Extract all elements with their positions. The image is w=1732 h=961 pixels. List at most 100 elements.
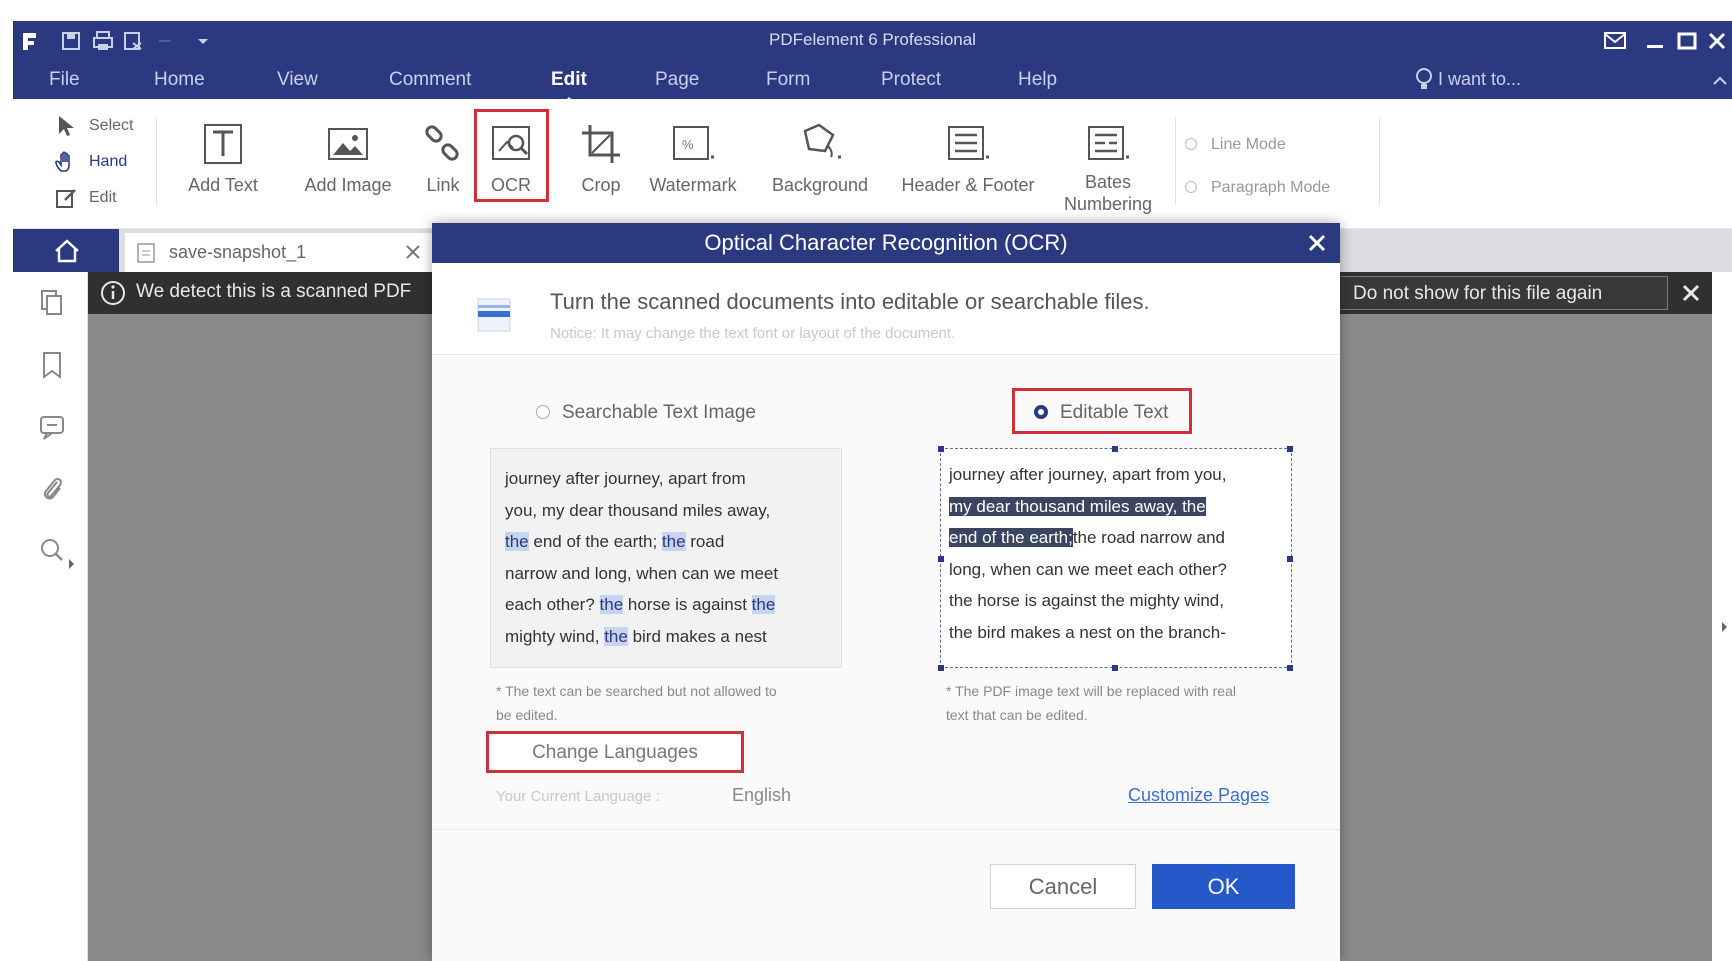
expand-right-panel-icon[interactable] (1722, 622, 1727, 632)
selection-handle[interactable] (938, 665, 944, 671)
add-image-label: Add Image (304, 175, 392, 195)
document-icon (137, 243, 155, 263)
line-mode-option[interactable]: Line Mode (1185, 136, 1286, 154)
menu-comment[interactable]: Comment (389, 69, 471, 91)
add-text-icon (204, 124, 242, 164)
editable-preview-text: long, when can we meet each other? (949, 559, 1227, 579)
maximize-icon[interactable] (1673, 27, 1701, 55)
searchable-preview: journey after journey, apart from you, my… (490, 448, 842, 668)
collapse-ribbon-icon[interactable] (1710, 71, 1730, 91)
minimize-icon[interactable] (1641, 27, 1669, 55)
selection-handle[interactable] (1287, 665, 1293, 671)
selection-handle[interactable] (938, 556, 944, 562)
search-icon[interactable] (39, 536, 65, 566)
select-mode-label: Select (89, 117, 134, 134)
header-footer-button[interactable]: Header & Footer (893, 121, 1043, 196)
selection-handle[interactable] (938, 446, 944, 452)
do-not-show-again-button[interactable]: Do not show for this file again (1338, 276, 1668, 310)
searchable-option-label: Searchable Text Image (562, 402, 756, 423)
watermark-button[interactable]: % Watermark (643, 121, 743, 196)
current-language-value: English (732, 785, 792, 805)
searchable-text-image-option[interactable]: Searchable Text Image (536, 402, 756, 424)
link-button[interactable]: Link (418, 121, 468, 196)
editable-preview-line: journey after journey, apart from you, (949, 459, 1283, 491)
attachment-icon[interactable] (39, 474, 65, 504)
bates-numbering-label: Bates Numbering (1063, 172, 1153, 214)
document-tab[interactable]: save-snapshot_1 (125, 233, 435, 272)
searchable-preview-text: road (685, 532, 725, 551)
editable-preview-text: the bird makes a nest on the branch- (949, 622, 1226, 642)
add-text-button[interactable]: Add Text (173, 121, 273, 196)
menu-page[interactable]: Page (655, 69, 699, 91)
paragraph-mode-label: Paragraph Mode (1211, 179, 1331, 196)
searchable-preview-line: the end of the earth; the road (505, 526, 827, 558)
background-button[interactable]: Background (765, 121, 875, 196)
header-footer-icon (948, 126, 989, 160)
menu-view[interactable]: View (277, 69, 318, 91)
hand-mode-label: Hand (89, 153, 128, 170)
searchable-preview-text: end of the earth; (528, 532, 662, 551)
edit-icon (56, 189, 76, 208)
searchable-preview-search-highlight: the (604, 626, 628, 646)
searchable-preview-search-highlight: the (661, 532, 686, 551)
crop-button[interactable]: Crop (566, 121, 636, 196)
line-mode-radio[interactable] (1185, 138, 1197, 150)
menu-home[interactable]: Home (154, 69, 205, 91)
editable-preview-selected-text: my dear thousand miles away, the (949, 496, 1206, 516)
edit-mode-label: Edit (89, 189, 117, 206)
change-languages-button[interactable]: Change Languages (486, 731, 744, 773)
searchable-radio[interactable] (536, 405, 550, 419)
searchable-preview-text: mighty wind, (505, 626, 605, 646)
link-label: Link (426, 175, 460, 195)
menu-protect[interactable]: Protect (881, 69, 941, 91)
editable-preview-line: long, when can we meet each other? (949, 554, 1283, 586)
app-window: PDFelement 6 Professional File Home View… (0, 0, 1732, 961)
editable-preview-text: the horse is against the mighty wind, (949, 591, 1224, 610)
ocr-headline: Turn the scanned documents into editable… (550, 289, 1150, 314)
comments-icon[interactable] (39, 412, 65, 442)
ribbon-divider (156, 117, 157, 205)
selection-handle[interactable] (1112, 446, 1118, 452)
thumbnails-icon[interactable] (39, 288, 65, 318)
selection-handle[interactable] (1287, 556, 1293, 562)
selection-handle[interactable] (1287, 446, 1293, 452)
add-image-button[interactable]: Add Image (293, 121, 403, 196)
scanned-pdf-notice-text: We detect this is a scanned PDF (136, 281, 412, 302)
lightbulb-icon (1416, 68, 1432, 89)
bookmark-icon[interactable] (39, 350, 65, 380)
cancel-button[interactable]: Cancel (990, 864, 1136, 909)
paragraph-mode-option[interactable]: Paragraph Mode (1185, 179, 1330, 197)
menu-form[interactable]: Form (766, 69, 810, 91)
searchable-preview-text: bird makes a nest (627, 626, 767, 646)
header-footer-label: Header & Footer (901, 175, 1035, 195)
feedback-icon[interactable] (1601, 27, 1629, 55)
ocr-notice-subline: Notice: It may change the text font or l… (550, 325, 956, 342)
close-notice-icon[interactable] (1682, 284, 1700, 302)
searchable-preview-text: narrow and long, when can we meet (505, 563, 779, 583)
customize-pages-link[interactable]: Customize Pages (1128, 785, 1269, 806)
searchable-preview-line: each other? the horse is against the (505, 589, 827, 621)
menu-edit[interactable]: Edit (551, 69, 587, 103)
close-window-icon[interactable] (1703, 27, 1731, 55)
close-tab-icon[interactable] (405, 244, 421, 260)
editable-preview-selected-text: end of the earth; (949, 528, 1073, 547)
searchable-preview-search-highlight: the (751, 595, 776, 614)
ok-button[interactable]: OK (1152, 864, 1295, 909)
editable-preview-line: my dear thousand miles away, the (949, 491, 1283, 523)
searchable-preview-line: you, my dear thousand miles away, (505, 495, 827, 527)
info-icon (101, 281, 125, 305)
home-tab[interactable] (13, 229, 119, 272)
searchable-preview-line: journey after journey, apart from (505, 463, 827, 495)
svg-text:%: % (682, 137, 694, 152)
bates-numbering-button[interactable]: Bates Numbering (1058, 121, 1158, 215)
expand-sidebar-icon[interactable] (69, 559, 74, 569)
searchable-preview-text: you, my dear thousand miles away, (505, 500, 771, 520)
menu-help[interactable]: Help (1018, 69, 1057, 91)
searchable-preview-text: horse is against (623, 595, 752, 614)
menu-file[interactable]: File (49, 69, 80, 91)
paragraph-mode-radio[interactable] (1185, 181, 1197, 193)
close-dialog-icon[interactable] (1308, 234, 1326, 252)
crop-icon (582, 125, 620, 163)
selection-handle[interactable] (1112, 665, 1118, 671)
i-want-to-search[interactable]: I want to... (1438, 69, 1521, 90)
